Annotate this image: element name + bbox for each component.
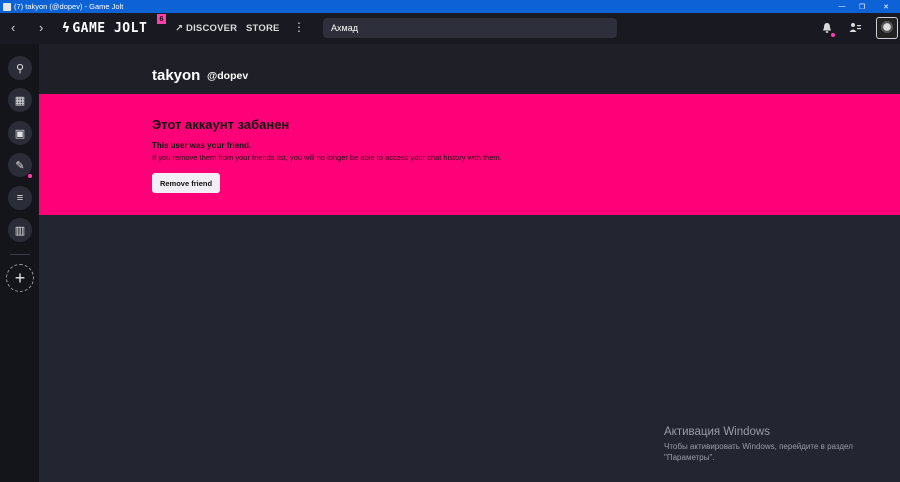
ban-title: Этот аккаунт забанен [152, 117, 290, 132]
top-navigation-bar: ‹ › ϟ GAME JOLT 6 ↗ DISCOVER STORE ⋮ [0, 13, 900, 44]
activation-line-1: Чтобы активировать Windows, перейдите в … [664, 442, 853, 451]
activation-title: Активация Windows [664, 426, 770, 438]
profile-header: takyon @dopev [39, 44, 900, 94]
ban-subtitle: This user was your friend. [152, 141, 252, 150]
sidebar-divider [10, 254, 30, 255]
banned-account-panel: Этот аккаунт забанен This user was your … [39, 94, 900, 215]
app-icon [3, 2, 11, 11]
minimize-button[interactable]: — [832, 0, 852, 13]
search-input[interactable] [323, 18, 617, 38]
more-menu-icon[interactable]: ⋮ [293, 20, 305, 34]
discover-label: DISCOVER [186, 23, 238, 34]
bolt-icon: ϟ [62, 21, 71, 36]
library-glyph: ▥ [14, 224, 26, 237]
discover-link[interactable]: ↗ DISCOVER [175, 23, 237, 34]
logo-text: GAME JOLT [72, 21, 148, 36]
notification-dot [831, 33, 835, 37]
gamejolt-logo[interactable]: ϟ GAME JOLT [62, 21, 147, 36]
forward-arrow-icon[interactable]: › [39, 21, 43, 34]
sidebar-store-icon[interactable]: ▦ [8, 88, 32, 112]
sidebar: ⚲ ▦ ▣ ✎ ≡ ▥ + [0, 44, 39, 482]
chat-glyph: ≡ [16, 192, 24, 204]
friends-icon[interactable] [849, 22, 861, 34]
sidebar-library-icon[interactable]: ▥ [8, 218, 32, 242]
profile-name: takyon [152, 67, 201, 84]
add-community-button[interactable]: + [6, 264, 34, 292]
remove-friend-button[interactable]: Remove friend [152, 173, 220, 193]
window-title: (7) takyon (@dopev) - Game Jolt [14, 2, 124, 11]
plus-icon: + [14, 267, 26, 288]
ban-description: If you remove them from your friends lis… [152, 153, 502, 162]
sidebar-notification-dot [28, 174, 32, 178]
close-button[interactable]: ✕ [876, 0, 896, 13]
activation-line-2: "Параметры". [664, 453, 715, 462]
store-glyph: ▦ [14, 94, 26, 107]
windows-activation-watermark: Активация Windows Чтобы активировать Win… [664, 426, 853, 463]
profile-handle[interactable]: @dopev [207, 70, 248, 82]
sidebar-chat-icon[interactable]: ≡ [8, 186, 32, 210]
store-link[interactable]: STORE [246, 23, 280, 34]
user-avatar[interactable] [876, 17, 898, 39]
back-arrow-icon[interactable]: ‹ [11, 21, 15, 34]
broadcast-glyph: ✎ [15, 159, 25, 172]
joystick-glyph: ⚲ [15, 62, 25, 75]
window-titlebar: (7) takyon (@dopev) - Game Jolt — ❐ ✕ [0, 0, 900, 13]
backpack-glyph: ▣ [14, 127, 26, 140]
sidebar-joystick-icon[interactable]: ⚲ [8, 56, 32, 80]
maximize-button[interactable]: ❐ [852, 0, 872, 13]
bell-icon[interactable] [822, 22, 832, 34]
rocket-icon: ↗ [175, 23, 184, 34]
sidebar-backpack-icon[interactable]: ▣ [8, 121, 32, 145]
notification-count-badge: 6 [157, 14, 166, 24]
